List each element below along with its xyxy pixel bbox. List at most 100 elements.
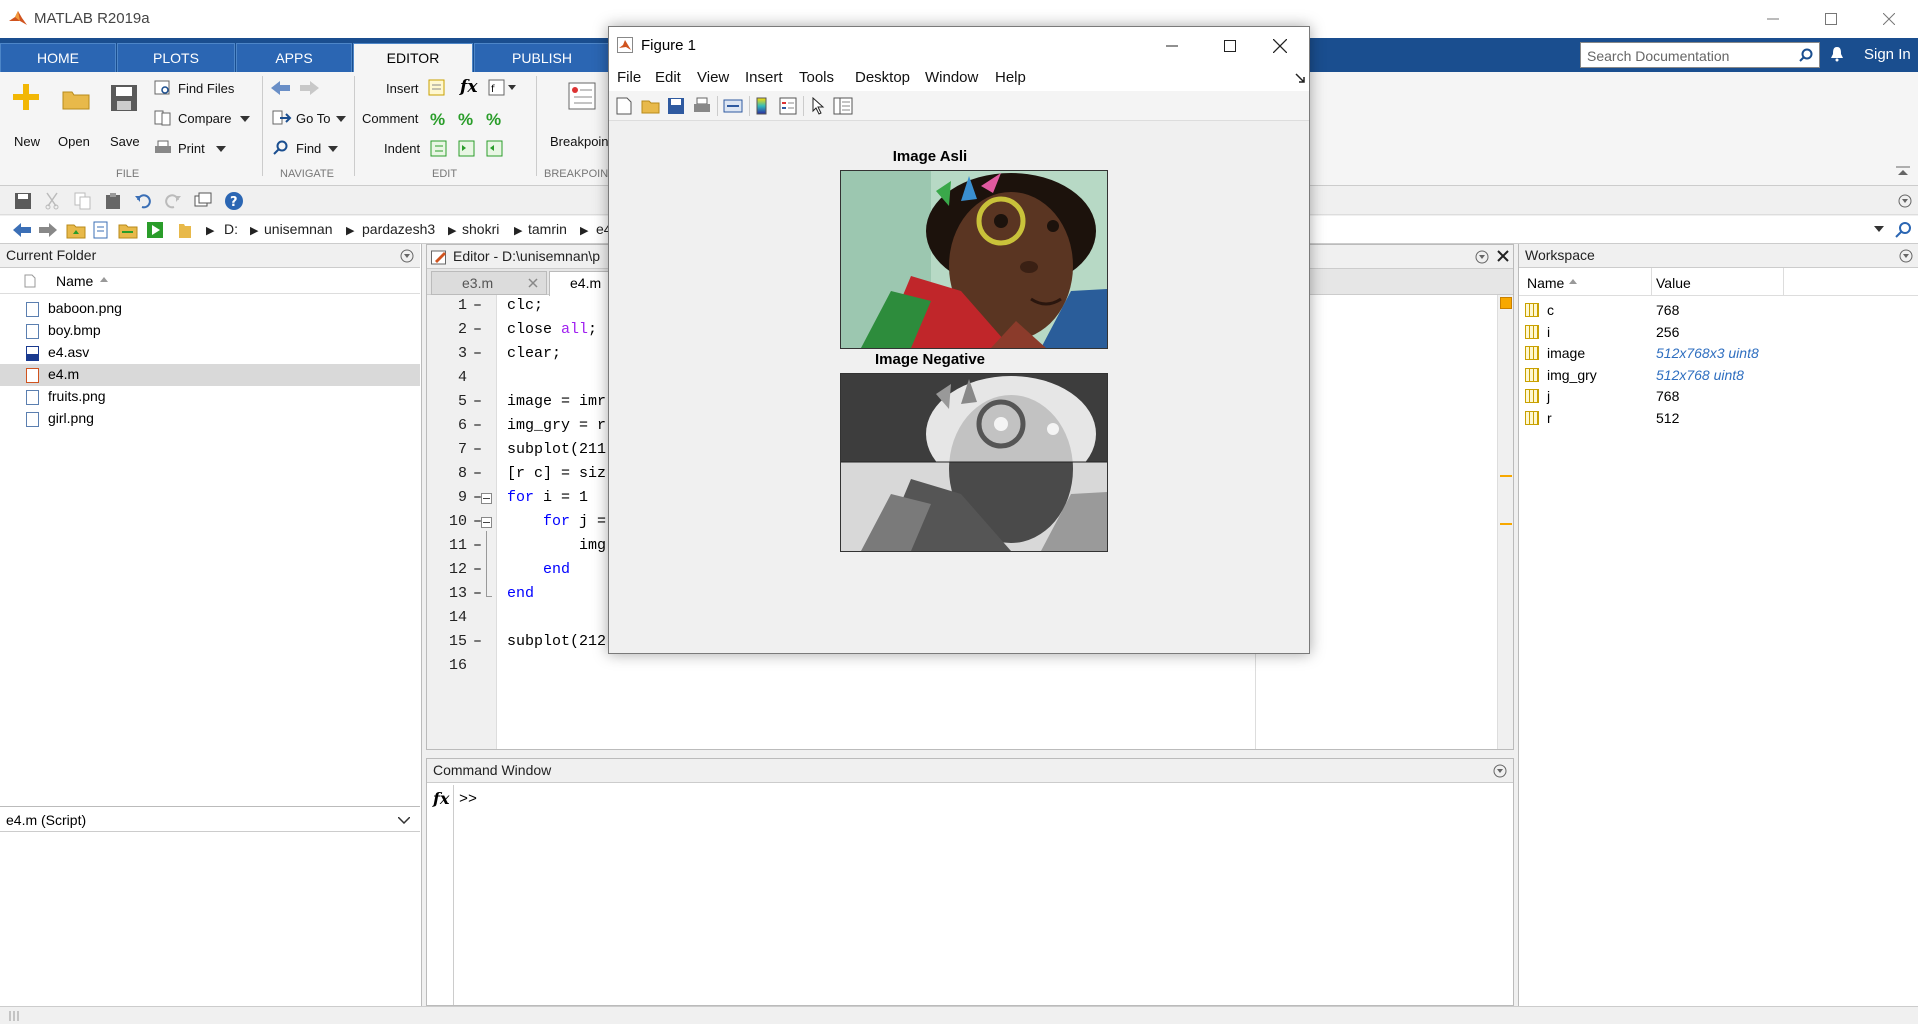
breadcrumb-drive[interactable]: D:: [224, 221, 238, 237]
smart-indent-icon[interactable]: [430, 140, 448, 158]
cut-icon[interactable]: [44, 192, 60, 210]
menu-insert[interactable]: Insert: [745, 69, 783, 86]
file-row[interactable]: fruits.png: [0, 386, 420, 408]
executable-line-marker[interactable]: –: [473, 417, 482, 434]
folder-column-header[interactable]: Name: [0, 268, 420, 294]
compare-folder-icon[interactable]: [118, 221, 138, 239]
code-fold-icon[interactable]: [481, 493, 492, 504]
file-row[interactable]: baboon.png: [0, 298, 420, 320]
panel-options-icon[interactable]: [1493, 764, 1507, 778]
code-analyzer-bar[interactable]: [1497, 295, 1513, 749]
close-button[interactable]: [1251, 27, 1309, 65]
panel-options-icon[interactable]: [400, 249, 414, 263]
open-button[interactable]: Open: [58, 78, 98, 164]
breakpoints-button[interactable]: Breakpoints: [548, 78, 619, 164]
insert-colorbar-icon[interactable]: [755, 97, 769, 115]
tab-apps[interactable]: APPS: [236, 43, 352, 72]
redo-icon[interactable]: [164, 192, 182, 210]
file-row-selected[interactable]: e4.m: [0, 364, 420, 386]
executable-line-marker[interactable]: –: [473, 537, 482, 554]
forward-arrow-icon[interactable]: [298, 80, 320, 96]
menu-view[interactable]: View: [697, 69, 729, 86]
save-icon[interactable]: [14, 192, 32, 210]
original-image[interactable]: [840, 170, 1108, 349]
new-button[interactable]: New: [10, 78, 42, 164]
sign-in-link[interactable]: Sign In: [1864, 46, 1911, 63]
workspace-variable-row[interactable]: j 768: [1519, 386, 1917, 407]
warning-marker[interactable]: [1500, 475, 1512, 477]
executable-line-marker[interactable]: –: [473, 633, 482, 650]
file-row[interactable]: girl.png: [0, 408, 420, 430]
back-arrow-icon[interactable]: [12, 222, 32, 238]
workspace-variable-row[interactable]: i 256: [1519, 322, 1917, 343]
value-column-header[interactable]: Value: [1656, 275, 1691, 291]
executable-line-marker[interactable]: –: [473, 297, 482, 314]
tab-plots[interactable]: PLOTS: [117, 43, 235, 72]
panel-options-icon[interactable]: [1475, 250, 1489, 264]
name-column-header[interactable]: Name: [56, 273, 93, 289]
link-plot-icon[interactable]: [723, 97, 743, 115]
menu-desktop[interactable]: Desktop: [855, 69, 910, 86]
menu-window[interactable]: Window: [925, 69, 978, 86]
workspace-variable-row[interactable]: image 512x768x3 uint8: [1519, 343, 1917, 364]
menu-help[interactable]: Help: [995, 69, 1026, 86]
search-input[interactable]: Search Documentation: [1580, 42, 1820, 68]
executable-line-marker[interactable]: –: [473, 561, 482, 578]
switch-windows-icon[interactable]: [194, 192, 212, 210]
save-button[interactable]: Save: [108, 78, 148, 164]
panel-options-icon[interactable]: [1899, 249, 1913, 263]
comment-icon[interactable]: %: [430, 110, 445, 130]
back-arrow-icon[interactable]: [270, 80, 292, 96]
pointer-icon[interactable]: [811, 97, 825, 115]
insert-function-icon[interactable]: fx: [460, 77, 477, 97]
copy-icon[interactable]: [74, 192, 92, 210]
tab-editor[interactable]: EDITOR: [353, 43, 473, 72]
wrap-comments-icon[interactable]: %: [486, 110, 501, 130]
collapse-ribbon-icon[interactable]: [1896, 166, 1910, 176]
menu-edit[interactable]: Edit: [655, 69, 681, 86]
function-browser-icon[interactable]: fx: [433, 789, 449, 808]
dock-figure-icon[interactable]: [1295, 73, 1305, 83]
warning-marker[interactable]: [1500, 523, 1512, 525]
close-button[interactable]: [1860, 0, 1918, 38]
search-icon[interactable]: [1894, 221, 1912, 239]
code-fold-icon[interactable]: [481, 517, 492, 528]
tab-publish[interactable]: PUBLISH: [474, 43, 610, 72]
workspace-variable-row[interactable]: c 768: [1519, 300, 1917, 321]
compare-button[interactable]: Compare: [152, 108, 252, 130]
increase-indent-icon[interactable]: [458, 140, 476, 158]
run-icon[interactable]: [146, 221, 164, 239]
help-icon[interactable]: ?: [224, 191, 244, 211]
figure-title-bar[interactable]: Figure 1: [609, 27, 1309, 65]
paste-icon[interactable]: [104, 192, 122, 210]
workspace-variable-row[interactable]: r 512: [1519, 408, 1917, 429]
executable-line-marker[interactable]: –: [473, 441, 482, 458]
print-button[interactable]: Print: [152, 138, 232, 160]
toolbar-options-icon[interactable]: [1898, 194, 1912, 208]
undo-icon[interactable]: [134, 192, 152, 210]
chevron-down-icon[interactable]: [1874, 226, 1884, 232]
breadcrumb-shokri[interactable]: shokri: [462, 221, 499, 237]
up-folder-icon[interactable]: [66, 221, 86, 239]
file-row[interactable]: boy.bmp: [0, 320, 420, 342]
tab-home[interactable]: HOME: [0, 43, 116, 72]
close-icon[interactable]: [1497, 250, 1509, 262]
menu-file[interactable]: File: [617, 69, 641, 86]
find-files-button[interactable]: Find Files: [152, 78, 262, 100]
menu-tools[interactable]: Tools: [799, 69, 834, 86]
tab-e3[interactable]: e3.m: [431, 271, 547, 295]
negative-image[interactable]: [840, 373, 1108, 552]
save-figure-icon[interactable]: [667, 97, 685, 115]
open-file-icon[interactable]: [641, 97, 661, 115]
executable-line-marker[interactable]: –: [473, 585, 482, 602]
go-to-button[interactable]: Go To: [270, 108, 350, 130]
chevron-down-icon[interactable]: [398, 817, 410, 824]
browse-folder-icon[interactable]: [92, 221, 110, 239]
close-icon[interactable]: [528, 278, 538, 288]
uncomment-icon[interactable]: %: [458, 110, 473, 130]
insert-section-icon[interactable]: [428, 79, 446, 97]
insert-fx-dropdown-icon[interactable]: f: [488, 79, 518, 97]
warning-indicator[interactable]: [1500, 297, 1512, 309]
executable-line-marker[interactable]: –: [473, 321, 482, 338]
minimize-button[interactable]: [1744, 0, 1802, 38]
